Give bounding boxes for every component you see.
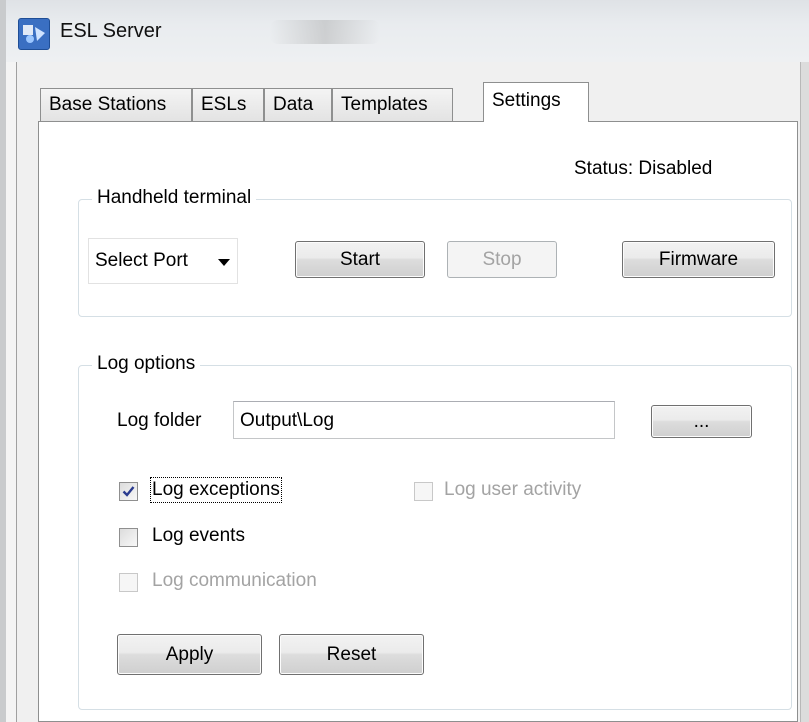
port-select-value: Select Port [95, 250, 188, 271]
tab-label: Templates [341, 94, 428, 115]
log-communication-label: Log communication [152, 570, 317, 591]
log-exceptions-label[interactable]: Log exceptions [150, 477, 282, 503]
tab-settings[interactable]: Settings [483, 82, 589, 122]
title-bar: ESL Server [0, 0, 809, 62]
tab-base-stations[interactable]: Base Stations [40, 88, 192, 121]
chevron-down-icon [218, 259, 230, 266]
window-title: ESL Server [60, 20, 162, 42]
window-left-edge [0, 0, 6, 722]
tab-label: Settings [492, 90, 561, 111]
apply-button[interactable]: Apply [117, 634, 262, 675]
log-folder-input[interactable]: Output\Log [233, 401, 615, 439]
firmware-button[interactable]: Firmware [622, 241, 775, 278]
log-events-checkbox[interactable] [119, 528, 138, 547]
status-text: Status: Disabled [574, 158, 713, 179]
esl-server-icon [18, 18, 50, 50]
handheld-terminal-label: Handheld terminal [92, 187, 257, 209]
log-exceptions-checkbox[interactable] [119, 482, 138, 501]
tab-esls[interactable]: ESLs [192, 88, 264, 121]
tab-data[interactable]: Data [264, 88, 332, 121]
stop-button[interactable]: Stop [447, 241, 557, 278]
tab-label: Data [273, 94, 314, 115]
tab-label: ESLs [201, 94, 247, 115]
log-events-label[interactable]: Log events [152, 525, 245, 547]
log-options-label: Log options [92, 353, 201, 375]
tab-templates[interactable]: Templates [332, 88, 453, 121]
port-select[interactable]: Select Port [88, 238, 238, 284]
log-user-activity-label: Log user activity [444, 479, 582, 500]
browse-folder-button[interactable]: ... [651, 405, 752, 438]
log-folder-value: Output\Log [240, 410, 335, 431]
checkmark-icon [122, 486, 135, 497]
start-button[interactable]: Start [295, 241, 425, 278]
window-right-edge [800, 62, 809, 722]
tab-label: Base Stations [49, 94, 167, 115]
reset-button[interactable]: Reset [279, 634, 424, 675]
log-folder-label: Log folder [117, 410, 202, 431]
log-communication-checkbox[interactable] [119, 573, 138, 592]
log-user-activity-checkbox[interactable] [414, 482, 433, 501]
title-bar-blur [270, 20, 380, 44]
